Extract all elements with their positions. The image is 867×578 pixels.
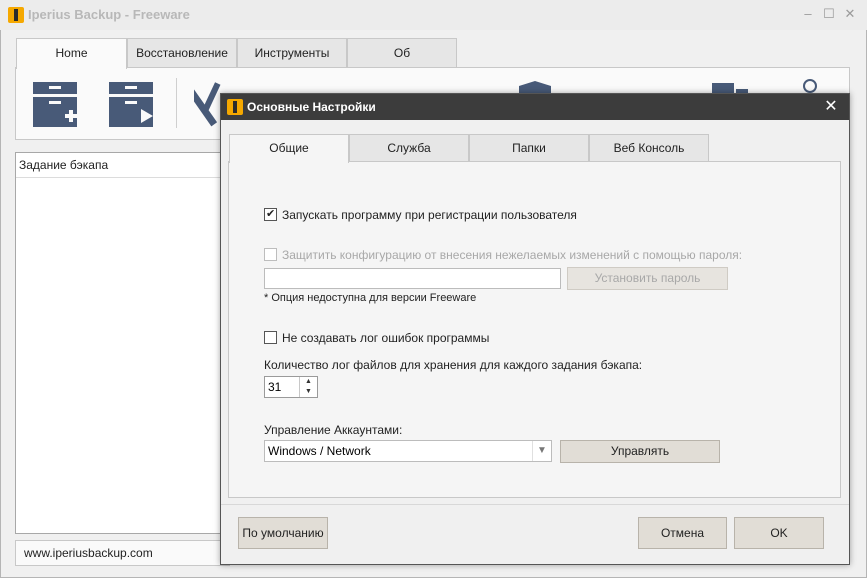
tab-folders[interactable]: Папки [469,134,589,162]
run-backup-icon[interactable] [108,80,156,130]
accounts-selected-value[interactable]: Windows / Network [268,444,371,458]
tab-restore[interactable]: Восстановление [127,38,237,68]
dialog-title: Основные Настройки [247,100,376,114]
app-logo-icon [8,7,24,23]
maximize-icon[interactable]: ☐ [821,6,837,22]
main-window-title: Iperius Backup - Freeware [28,7,190,22]
freeware-note: * Опция недоступна для версии Freeware [264,292,477,304]
website-link[interactable]: www.iperiusbackup.com [15,540,230,566]
shield-icon[interactable] [515,80,555,94]
manage-accounts-button[interactable]: Управлять [560,440,720,463]
export-icon[interactable] [708,80,752,94]
default-button[interactable]: По умолчанию [238,517,328,549]
chevron-down-icon[interactable]: ▼ [300,387,317,397]
close-icon[interactable]: ✕ [822,98,840,116]
run-on-login-label[interactable]: Запускать программу при регистрации поль… [282,208,577,222]
log-count-label: Количество лог файлов для хранения для к… [264,358,643,372]
tab-tools[interactable]: Инструменты [237,38,347,68]
dialog-footer-divider [221,504,849,505]
tab-about[interactable]: Об [347,38,457,68]
chevron-down-icon[interactable]: ▼ [532,441,551,461]
ribbon-separator [176,78,177,128]
no-error-log-label[interactable]: Не создавать лог ошибок программы [282,331,489,345]
no-error-log-checkbox[interactable] [264,331,277,344]
chevron-up-icon[interactable]: ▲ [300,377,317,387]
close-window-icon[interactable]: ✕ [842,6,858,22]
minimize-icon[interactable]: – [800,6,816,21]
ok-button[interactable]: OK [734,517,824,549]
protect-config-label: Защитить конфигурацию от внесения нежела… [282,248,743,262]
protect-config-checkbox[interactable] [264,248,277,261]
stepper-buttons: ▲ ▼ [299,377,317,397]
accounts-label: Управление Аккаунтами: [264,423,403,437]
cancel-button[interactable]: Отмена [638,517,727,549]
backup-job-list[interactable] [15,152,230,534]
run-on-login-checkbox[interactable] [264,207,277,221]
tab-general[interactable]: Общие [229,134,349,163]
tab-web-console[interactable]: Веб Консоль [589,134,709,162]
user-icon[interactable] [795,78,825,94]
dialog-logo-icon [227,99,243,115]
password-input[interactable] [264,268,561,289]
job-list-header[interactable]: Задание бэкапа [16,153,229,178]
tab-home[interactable]: Home [16,38,127,69]
set-password-button[interactable]: Установить пароль [567,267,728,290]
tab-service[interactable]: Служба [349,134,469,162]
new-backup-icon[interactable] [32,80,80,130]
log-count-value[interactable]: 31 [268,380,281,394]
